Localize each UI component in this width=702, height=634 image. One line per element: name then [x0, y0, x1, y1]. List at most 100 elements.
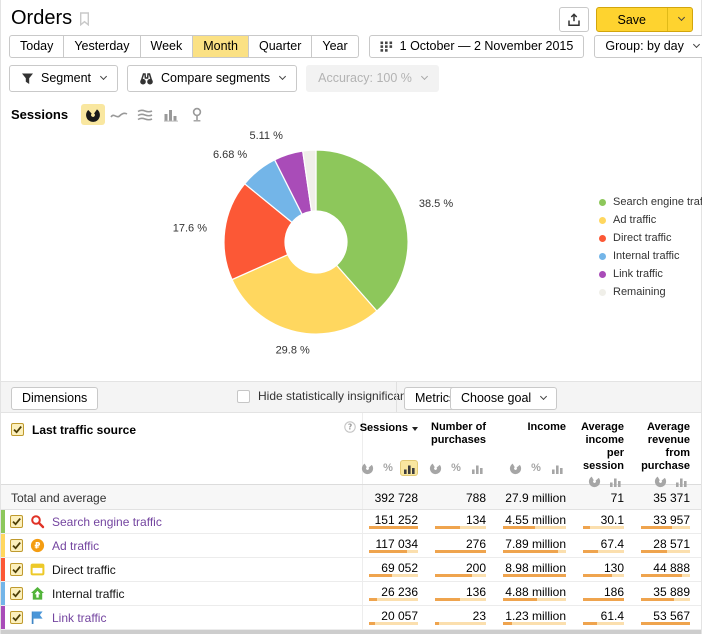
column-header[interactable]: Average revenue from purchase — [635, 413, 701, 484]
chart-type-line-button[interactable] — [107, 104, 131, 125]
value-bar-track — [641, 598, 690, 601]
percent-view-toggle[interactable]: % — [379, 460, 397, 476]
row-label-link[interactable]: Internal traffic — [52, 587, 124, 601]
metric-value: 4.55 million — [505, 513, 566, 527]
date-range-button[interactable]: 1 October — 2 November 2015 — [369, 35, 585, 58]
bars-view-toggle[interactable] — [548, 460, 566, 476]
export-button[interactable] — [559, 7, 589, 32]
help-icon[interactable]: ? — [344, 421, 356, 433]
column-header[interactable]: ?Sessions% — [363, 413, 429, 484]
percent-view-toggle[interactable]: % — [447, 460, 465, 476]
row-label-link[interactable]: Ad traffic — [52, 539, 99, 553]
row-color-stripe — [1, 534, 5, 557]
row-label-link[interactable]: Search engine traffic — [52, 515, 162, 529]
tab-quarter[interactable]: Quarter — [248, 35, 312, 58]
metric-cell: 44 888 — [635, 558, 701, 581]
bars-view-toggle[interactable] — [468, 460, 486, 476]
tab-today[interactable]: Today — [9, 35, 64, 58]
row-checkbox[interactable] — [10, 539, 23, 552]
chart-type-pie-button[interactable] — [81, 104, 105, 125]
legend-dot — [599, 289, 606, 296]
chart-type-areas-button[interactable] — [133, 104, 157, 125]
value-bar-track — [369, 598, 418, 601]
dimensions-button[interactable]: Dimensions — [11, 387, 98, 410]
value-bar-track — [641, 550, 690, 553]
map-pin-icon — [190, 107, 204, 123]
choose-goal-dropdown[interactable]: Choose goal — [450, 387, 557, 410]
row-color-stripe — [1, 510, 5, 533]
metric-value: 26 236 — [381, 585, 418, 599]
row-label-link[interactable]: Direct traffic — [52, 563, 116, 577]
direct-icon — [30, 562, 45, 577]
dimension-column-header[interactable]: Last traffic source — [1, 413, 362, 484]
row-label-link[interactable]: Link traffic — [52, 611, 106, 625]
link-icon — [30, 610, 45, 625]
save-split-button[interactable]: Save — [596, 7, 694, 32]
table-row: ₽Ad traffic117 0342767.89 million67.428 … — [1, 534, 701, 558]
compare-segments-label: Compare segments — [161, 71, 270, 85]
value-bar-track — [583, 526, 624, 529]
metric-cells: 117 0342767.89 million67.428 571 — [362, 534, 701, 557]
metric-value: 276 — [466, 537, 486, 551]
percent-view-toggle[interactable]: % — [527, 460, 545, 476]
legend-dot — [599, 253, 606, 260]
page-title: Orders — [11, 6, 72, 30]
tab-month[interactable]: Month — [192, 35, 249, 58]
chevron-down-icon — [678, 14, 685, 21]
chart-type-columns-button[interactable] — [159, 104, 183, 125]
value-bar-fill — [369, 526, 418, 529]
value-bar-fill — [641, 526, 672, 529]
save-dropdown-button[interactable] — [667, 8, 692, 31]
row-checkbox[interactable] — [10, 611, 23, 624]
pie-view-toggle[interactable] — [426, 460, 444, 476]
metric-value: 151 252 — [375, 513, 418, 527]
metric-cell: 53 567 — [635, 606, 701, 629]
bars-view-toggle[interactable] — [400, 460, 418, 476]
column-header[interactable]: Average income per session — [577, 413, 635, 484]
dimensions-label: Dimensions — [22, 391, 87, 405]
metric-value: 136 — [466, 585, 486, 599]
bookmark-icon[interactable] — [79, 12, 90, 29]
legend-item: Internal traffic — [599, 247, 702, 265]
select-all-checkbox[interactable] — [11, 423, 24, 436]
tab-yesterday[interactable]: Yesterday — [63, 35, 140, 58]
row-checkbox[interactable] — [10, 563, 23, 576]
chart-type-map-button[interactable] — [185, 104, 209, 125]
dimension-cell: Link traffic — [1, 606, 362, 629]
compare-segments-dropdown[interactable]: Compare segments — [127, 65, 297, 92]
bottom-scrollbar[interactable] — [1, 630, 701, 634]
row-checkbox[interactable] — [10, 587, 23, 600]
metric-cell: 134 — [429, 510, 497, 533]
value-bar-fill — [435, 550, 486, 553]
tab-week[interactable]: Week — [140, 35, 194, 58]
metric-value: 8.98 million — [505, 561, 566, 575]
pie-view-toggle[interactable] — [506, 460, 524, 476]
value-bar-track — [369, 574, 418, 577]
row-color-stripe — [1, 558, 5, 581]
tab-year[interactable]: Year — [311, 35, 358, 58]
value-bar-track — [435, 574, 486, 577]
line-chart-icon — [110, 108, 128, 122]
value-bar-fill — [435, 622, 439, 625]
value-bar-fill — [503, 550, 558, 553]
value-bar-fill — [369, 622, 375, 625]
column-header[interactable]: Income% — [497, 413, 577, 484]
group-by-dropdown[interactable]: Group: by day — [594, 35, 702, 58]
pie-view-toggle[interactable] — [358, 460, 376, 476]
row-checkbox[interactable] — [10, 515, 23, 528]
sessions-pie-chart: 38.5 %29.8 %17.6 %6.68 %5.11 % — [1, 125, 702, 375]
funnel-icon — [21, 72, 34, 85]
metric-cells: 69 0522008.98 million13044 888 — [362, 558, 701, 581]
value-bar-fill — [435, 574, 472, 577]
save-button[interactable]: Save — [597, 8, 668, 31]
value-bar-fill — [503, 622, 512, 625]
value-bar-fill — [583, 598, 624, 601]
column-header[interactable]: Number of purchases% — [429, 413, 497, 484]
hide-insignificant-checkbox[interactable] — [237, 390, 250, 403]
segment-dropdown[interactable]: Segment — [9, 65, 118, 92]
controls-divider — [396, 382, 397, 412]
row-color-stripe — [1, 606, 5, 629]
metric-value: 53 567 — [653, 609, 690, 623]
table-row: Internal traffic26 2361364.88 million186… — [1, 582, 701, 606]
dimension-cell: Search engine traffic — [1, 510, 362, 533]
